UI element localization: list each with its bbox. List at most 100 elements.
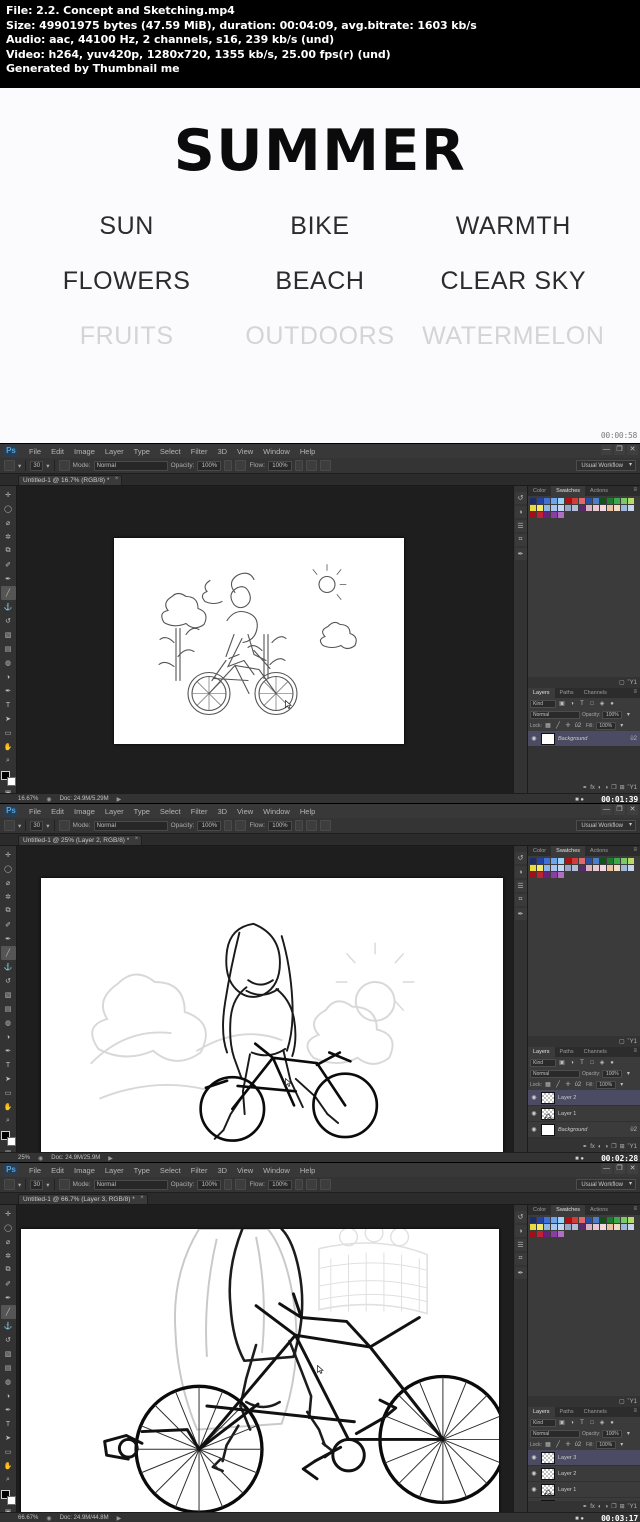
background-color[interactable] (6, 1137, 16, 1146)
swatch-chip[interactable] (537, 1217, 543, 1223)
swatch-chip[interactable] (572, 865, 578, 871)
menu-item-filter[interactable]: Filter (186, 447, 213, 456)
swatch-chip[interactable] (593, 498, 599, 504)
swatch-chip[interactable] (530, 1231, 536, 1237)
blur-tool[interactable]: ◍ (1, 1016, 16, 1030)
window-control-close[interactable]: ✕ (627, 805, 638, 815)
document-canvas[interactable] (21, 1229, 499, 1512)
status-expand-icon[interactable]: ▶ (108, 1155, 113, 1162)
workspace-selector[interactable]: Usual Workflow (576, 820, 636, 831)
swatch-chip[interactable] (558, 1217, 564, 1223)
window-control-minimize[interactable]: — (601, 1164, 612, 1174)
swatch-chip[interactable] (607, 865, 613, 871)
rectangle-tool[interactable]: ▭ (1, 1445, 16, 1459)
lock-position-icon[interactable]: ✛ (564, 1081, 572, 1089)
swatch-chip[interactable] (544, 498, 550, 504)
swatch-chip[interactable] (614, 858, 620, 864)
gradient-tool[interactable]: ▤ (1, 1002, 16, 1016)
canvas-viewport[interactable] (17, 486, 513, 793)
swatch-chip[interactable] (544, 1231, 550, 1237)
gradient-tool[interactable]: ▤ (1, 1361, 16, 1375)
new-layer-icon[interactable]: ⊞ (620, 1503, 625, 1510)
tablet-pressure-opacity-icon[interactable] (235, 460, 247, 471)
menu-item-filter[interactable]: Filter (186, 807, 213, 816)
menu-item-help[interactable]: Help (295, 447, 320, 456)
swatch-chip[interactable] (530, 858, 536, 864)
panel-tab-paths[interactable]: Paths (555, 1407, 579, 1417)
opacity-pressure-icon[interactable] (224, 460, 233, 471)
move-tool[interactable]: ✛ (1, 1207, 16, 1221)
opacity-field[interactable]: 100% (197, 1179, 222, 1190)
background-color[interactable] (6, 1496, 16, 1505)
filter-toggle-icon[interactable]: ● (608, 1419, 616, 1427)
swatch-chip[interactable] (621, 498, 627, 504)
erase-to-history-icon[interactable] (319, 460, 331, 471)
panel-tab-swatches[interactable]: Swatches (551, 486, 586, 496)
filter-smart-objects-icon[interactable]: ◈ (598, 700, 606, 708)
swatch-chip[interactable] (565, 1217, 571, 1223)
panel-tab-color[interactable]: Color (528, 486, 551, 496)
panel-tab-swatches[interactable]: Swatches (551, 1205, 586, 1215)
new-group-icon[interactable]: ❐ (611, 1503, 616, 1510)
lock-transparent-pixels-icon[interactable]: ▦ (544, 1441, 552, 1449)
menu-item-type[interactable]: Type (129, 807, 155, 816)
elliptical-marquee-tool[interactable]: ◯ (1, 1221, 16, 1235)
swatch-chip[interactable] (558, 505, 564, 511)
chevron-down-icon[interactable]: ▾ (18, 1181, 21, 1189)
layers-panel-menu-icon[interactable]: ≡ (633, 1407, 640, 1417)
panel-tab-paths[interactable]: Paths (555, 1047, 579, 1057)
delete-layer-icon[interactable]: Ὕ1 (628, 1144, 637, 1150)
swatch-chip[interactable] (600, 1217, 606, 1223)
swatch-chip[interactable] (586, 1217, 592, 1223)
swatch-chip[interactable] (565, 1224, 571, 1230)
swatch-chip[interactable] (544, 512, 550, 518)
panel-menu-icon[interactable]: ≡ (633, 1205, 640, 1215)
chevron-down-icon[interactable]: ▾ (18, 822, 21, 830)
history-panel-icon[interactable]: ↺ (514, 852, 527, 864)
menu-item-layer[interactable]: Layer (100, 807, 129, 816)
swatch-chip[interactable] (628, 498, 634, 504)
lasso-tool[interactable]: ⌀ (1, 1235, 16, 1249)
panel-tab-actions[interactable]: Actions (585, 846, 613, 856)
swatch-chip[interactable] (607, 505, 613, 511)
opacity-field[interactable]: 100% (197, 460, 222, 471)
layer-row[interactable]: ◉ Layer 1 (528, 1106, 640, 1122)
lock-all-icon[interactable]: ὑ2 (574, 1081, 582, 1089)
swatch-chip[interactable] (551, 872, 557, 878)
panel-menu-icon[interactable]: ≡ (633, 846, 640, 856)
delete-swatch-icon[interactable]: Ὕ1 (628, 680, 637, 686)
swatch-chip[interactable] (558, 865, 564, 871)
hand-tool[interactable]: ✋ (1, 1459, 16, 1473)
filter-smart-objects-icon[interactable]: ◈ (598, 1059, 606, 1067)
navigator-panel-icon[interactable]: ⌗ (514, 534, 527, 546)
new-group-icon[interactable]: ❐ (611, 784, 616, 791)
layer-filter-kind-select[interactable]: Kind (530, 1418, 556, 1427)
healing-brush-tool[interactable]: ✒ (1, 932, 16, 946)
gradient-tool[interactable]: ▤ (1, 642, 16, 656)
delete-layer-icon[interactable]: Ὕ1 (628, 785, 637, 791)
rectangle-tool[interactable]: ▭ (1, 726, 16, 740)
opacity-stepper-icon[interactable]: ▾ (624, 1070, 632, 1078)
layer-visibility-icon[interactable]: ◉ (530, 1454, 538, 1461)
pen-tool[interactable]: ✒ (1, 1403, 16, 1417)
flow-field[interactable]: 100% (267, 1179, 292, 1190)
swatch-chip[interactable] (621, 1217, 627, 1223)
menu-item-edit[interactable]: Edit (46, 1166, 69, 1175)
layer-row[interactable]: ◉ Layer 2 (528, 1466, 640, 1482)
erase-to-history-icon[interactable] (319, 820, 331, 831)
window-control-minimize[interactable]: — (601, 805, 612, 815)
swatch-chip[interactable] (628, 858, 634, 864)
swatch-chip[interactable] (628, 1224, 634, 1230)
panel-tab-actions[interactable]: Actions (585, 486, 613, 496)
swatch-chip[interactable] (544, 505, 550, 511)
layer-style-icon[interactable]: fx (590, 1504, 595, 1510)
filter-adjustment-layers-icon[interactable]: ◑ (568, 1059, 576, 1067)
menu-item-type[interactable]: Type (129, 1166, 155, 1175)
window-control-close[interactable]: ✕ (627, 1164, 638, 1174)
swatch-chip[interactable] (558, 858, 564, 864)
flow-pressure-icon[interactable] (294, 820, 303, 831)
brush-tool[interactable]: ╱ (0, 586, 16, 600)
brush-tool-preset-icon[interactable] (4, 820, 15, 831)
menu-item-layer[interactable]: Layer (100, 447, 129, 456)
new-swatch-icon[interactable]: ▢ (619, 679, 625, 686)
